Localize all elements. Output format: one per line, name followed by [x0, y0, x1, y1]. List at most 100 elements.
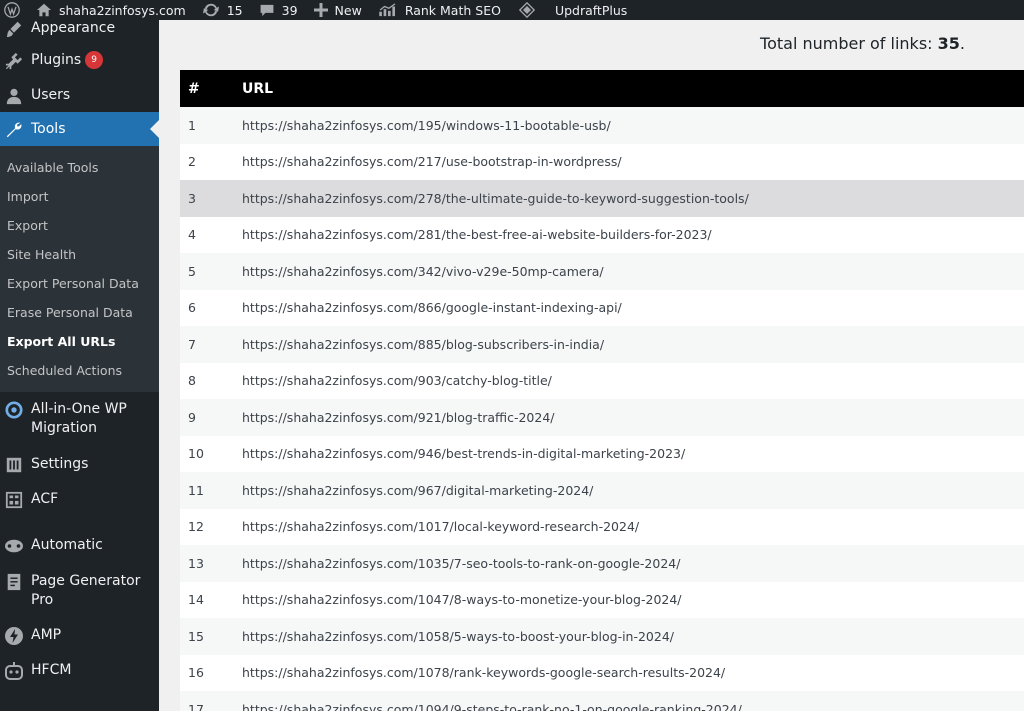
row-url[interactable]: https://shaha2zinfosys.com/1035/7-seo-to…: [242, 556, 1024, 571]
robot-icon: [3, 660, 25, 682]
menu-tools[interactable]: Tools: [0, 112, 159, 146]
plus-icon: [313, 3, 328, 17]
table-row: 13 https://shaha2zinfosys.com/1035/7-seo-…: [180, 545, 1024, 582]
row-url[interactable]: https://shaha2zinfosys.com/1094/9-steps-…: [242, 702, 1024, 711]
row-url[interactable]: https://shaha2zinfosys.com/967/digital-m…: [242, 483, 1024, 498]
wordpress-logo-menu[interactable]: [0, 0, 28, 20]
menu-amp-label: AMP: [31, 627, 62, 643]
comments-menu[interactable]: 39: [251, 0, 306, 20]
new-content-menu[interactable]: New: [306, 0, 370, 20]
table-body: 1 https://shaha2zinfosys.com/195/windows-…: [180, 107, 1024, 711]
page-icon: [3, 571, 25, 593]
updates-count: 15: [226, 2, 243, 18]
admin-bar: shaha2zinfosys.com 15 39 New Rank Math S…: [0, 0, 1024, 20]
menu-plugins[interactable]: Plugins 9: [0, 42, 159, 77]
site-name-menu[interactable]: shaha2zinfosys.com: [28, 0, 194, 20]
submenu-erase-personal-data[interactable]: Erase Personal Data: [0, 298, 159, 327]
submenu-export[interactable]: Export: [0, 211, 159, 240]
row-number: 5: [188, 263, 196, 279]
submenu-export-all-urls[interactable]: Export All URLs: [0, 327, 159, 356]
row-url[interactable]: https://shaha2zinfosys.com/921/blog-traf…: [242, 410, 1024, 425]
row-url[interactable]: https://shaha2zinfosys.com/217/use-boots…: [242, 154, 1024, 169]
menu-automatic-label: Automatic: [31, 537, 103, 553]
table-row: 16 https://shaha2zinfosys.com/1078/rank-k…: [180, 654, 1024, 691]
row-number: 8: [188, 373, 196, 389]
wrench-icon: [3, 119, 25, 141]
updraftplus-label: UpdraftPlus: [554, 2, 628, 18]
row-number: 12: [188, 519, 204, 535]
row-url[interactable]: https://shaha2zinfosys.com/946/best-tren…: [242, 446, 1024, 461]
tools-submenu: Available Tools Import Export Site Healt…: [0, 146, 159, 392]
menu-page-generator-pro-label: Page Generator Pro: [31, 573, 141, 608]
row-url[interactable]: https://shaha2zinfosys.com/1058/5-ways-t…: [242, 629, 1024, 644]
header-url: URL: [242, 80, 274, 97]
table-row: 14 https://shaha2zinfosys.com/1047/8-ways…: [180, 581, 1024, 618]
submenu-scheduled-actions[interactable]: Scheduled Actions: [0, 356, 159, 385]
row-number: 3: [188, 190, 196, 206]
menu-amp[interactable]: AMP: [0, 621, 159, 656]
total-links-summary: Total number of links: 35.: [760, 34, 965, 53]
rank-math-menu[interactable]: Rank Math SEO: [370, 0, 509, 20]
row-number: 4: [188, 227, 196, 243]
users-icon: [3, 85, 25, 107]
main-content: Total number of links: 35. # URL 1 https:…: [159, 20, 1024, 711]
submenu-export-personal-data[interactable]: Export Personal Data: [0, 269, 159, 298]
row-url[interactable]: https://shaha2zinfosys.com/281/the-best-…: [242, 227, 1024, 242]
menu-plugins-label: Plugins 9: [31, 50, 104, 70]
updates-menu[interactable]: 15: [194, 0, 251, 20]
wordpress-icon: [4, 2, 20, 18]
row-url[interactable]: https://shaha2zinfosys.com/195/windows-1…: [242, 118, 1024, 133]
row-url[interactable]: https://shaha2zinfosys.com/885/blog-subs…: [242, 337, 1024, 352]
table-row: 8 https://shaha2zinfosys.com/903/catchy-b…: [180, 362, 1024, 399]
plugin-icon: [3, 50, 25, 72]
header-number: #: [188, 80, 200, 97]
row-url[interactable]: https://shaha2zinfosys.com/1017/local-ke…: [242, 519, 1024, 534]
table-row: 11 https://shaha2zinfosys.com/967/digital…: [180, 472, 1024, 509]
rank-math-label: Rank Math SEO: [404, 2, 501, 18]
updraftplus-menu[interactable]: UpdraftPlus: [509, 0, 635, 20]
comments-count: 39: [281, 2, 298, 18]
row-url[interactable]: https://shaha2zinfosys.com/903/catchy-bl…: [242, 373, 1024, 388]
row-number: 7: [188, 336, 196, 352]
total-links-suffix: .: [959, 34, 965, 53]
automatic-icon: [3, 535, 25, 557]
row-number: 10: [188, 446, 204, 462]
menu-all-in-one-wp-migration[interactable]: All-in-One WP Migration: [0, 392, 159, 450]
updates-icon: [202, 3, 219, 17]
updraftplus-icon: [518, 2, 536, 18]
menu-page-generator-pro[interactable]: Page Generator Pro: [0, 567, 159, 621]
table-row: 6 https://shaha2zinfosys.com/866/google-i…: [180, 289, 1024, 326]
submenu-site-health[interactable]: Site Health: [0, 240, 159, 269]
menu-acf[interactable]: ACF: [0, 485, 159, 531]
row-url[interactable]: https://shaha2zinfosys.com/1047/8-ways-t…: [242, 592, 1024, 607]
row-number: 9: [188, 409, 196, 425]
menu-appearance-label: Appearance: [31, 20, 116, 36]
admin-sidebar: Appearance Plugins 9 Users Tools Availabl…: [0, 20, 159, 711]
menu-hfcm[interactable]: HFCM: [0, 656, 159, 691]
submenu-available-tools[interactable]: Available Tools: [0, 153, 159, 182]
migration-icon: [3, 399, 25, 421]
row-number: 16: [188, 665, 204, 681]
row-number: 2: [188, 154, 196, 170]
menu-settings[interactable]: Settings: [0, 450, 159, 485]
submenu-import[interactable]: Import: [0, 182, 159, 211]
plugins-update-badge: 9: [85, 51, 104, 69]
menu-users[interactable]: Users: [0, 77, 159, 112]
row-number: 13: [188, 555, 204, 571]
site-name: shaha2zinfosys.com: [59, 2, 186, 18]
table-row: 10 https://shaha2zinfosys.com/946/best-tr…: [180, 435, 1024, 472]
menu-appearance[interactable]: Appearance: [0, 20, 159, 42]
menu-settings-label: Settings: [31, 456, 89, 472]
menu-tools-label: Tools: [31, 121, 66, 137]
row-url[interactable]: https://shaha2zinfosys.com/278/the-ultim…: [242, 191, 1024, 206]
row-url[interactable]: https://shaha2zinfosys.com/342/vivo-v29e…: [242, 264, 1024, 279]
menu-hfcm-label: HFCM: [31, 662, 72, 678]
row-url[interactable]: https://shaha2zinfosys.com/1078/rank-key…: [242, 665, 1024, 680]
table-row: 3 https://shaha2zinfosys.com/278/the-ulti…: [180, 180, 1024, 217]
table-row: 15 https://shaha2zinfosys.com/1058/5-ways…: [180, 618, 1024, 655]
acf-icon: [3, 489, 25, 511]
menu-acf-label: ACF: [31, 491, 59, 507]
rank-math-icon: [379, 3, 396, 17]
row-url[interactable]: https://shaha2zinfosys.com/866/google-in…: [242, 300, 1024, 315]
menu-automatic[interactable]: Automatic: [0, 531, 159, 567]
